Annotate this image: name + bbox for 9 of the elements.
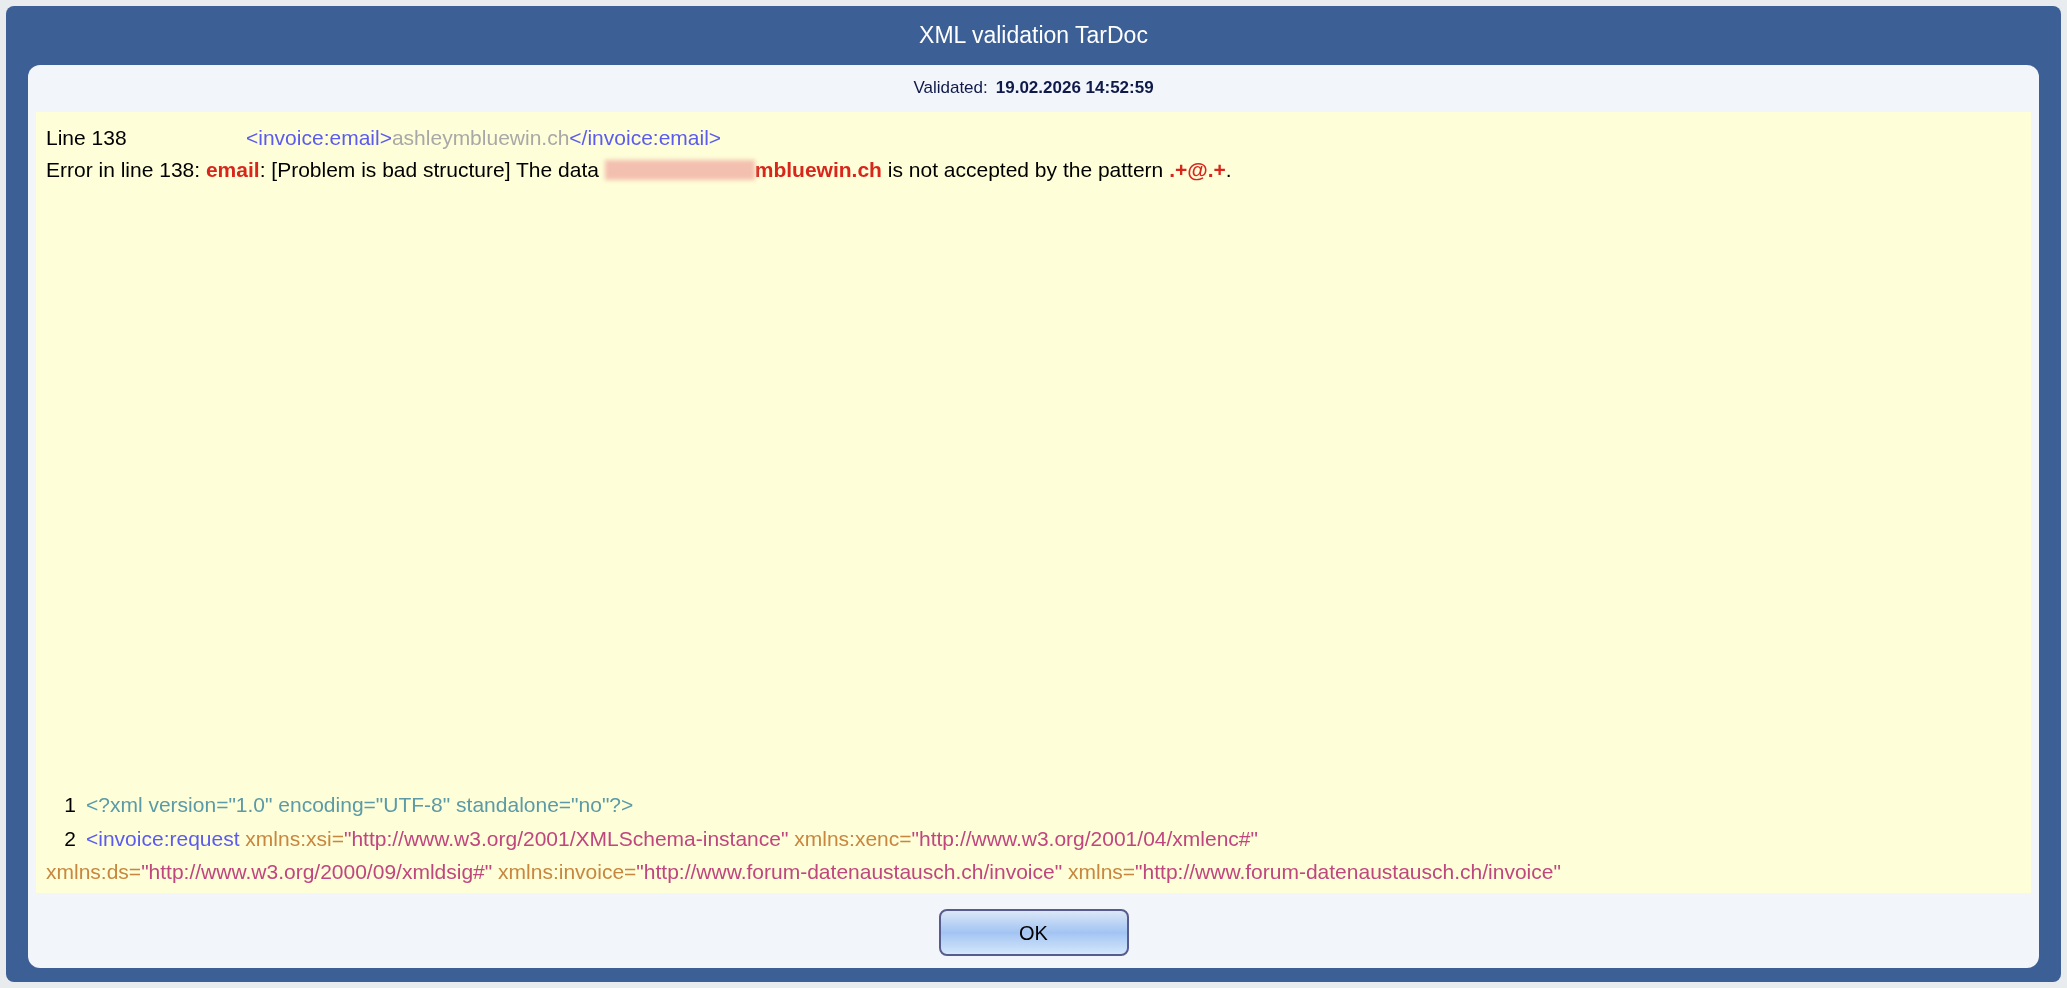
xml-snippet: <invoice:email>ashleymbluewin.ch</invoice:email>	[246, 125, 722, 151]
line-label: Line 138	[46, 125, 128, 151]
ok-button[interactable]: OK	[938, 909, 1129, 956]
window-title: XML validation TarDoc	[918, 21, 1149, 50]
validated-label: Validated:	[913, 76, 988, 99]
validated-timestamp: 19.02.2026 14:52:59	[995, 76, 1154, 99]
code-line: 2 <invoice:request xmlns:xsi="http://www.w3.org/2001/XMLSchema-instance" xmlns:xenc="http://www.w3.org/2001/04/xmlenc#" xmlns:ds="http://www.w3.org/2000/09/xmldsig#" xmlns:invoice="http://www.forum-datenaustausch.ch/invoice" xmlns="http://www.forum-datenaustausch.ch/invoice"	[46, 825, 1562, 886]
code-line: 1 <?xml version="1.0" encoding="UTF-8" standalone="no"?>	[63, 792, 635, 819]
error-message: Error in line 138: email: [Problem is bad structure] The data mbluewin.ch is not accepted by the pattern .+@.+.	[46, 156, 1233, 183]
